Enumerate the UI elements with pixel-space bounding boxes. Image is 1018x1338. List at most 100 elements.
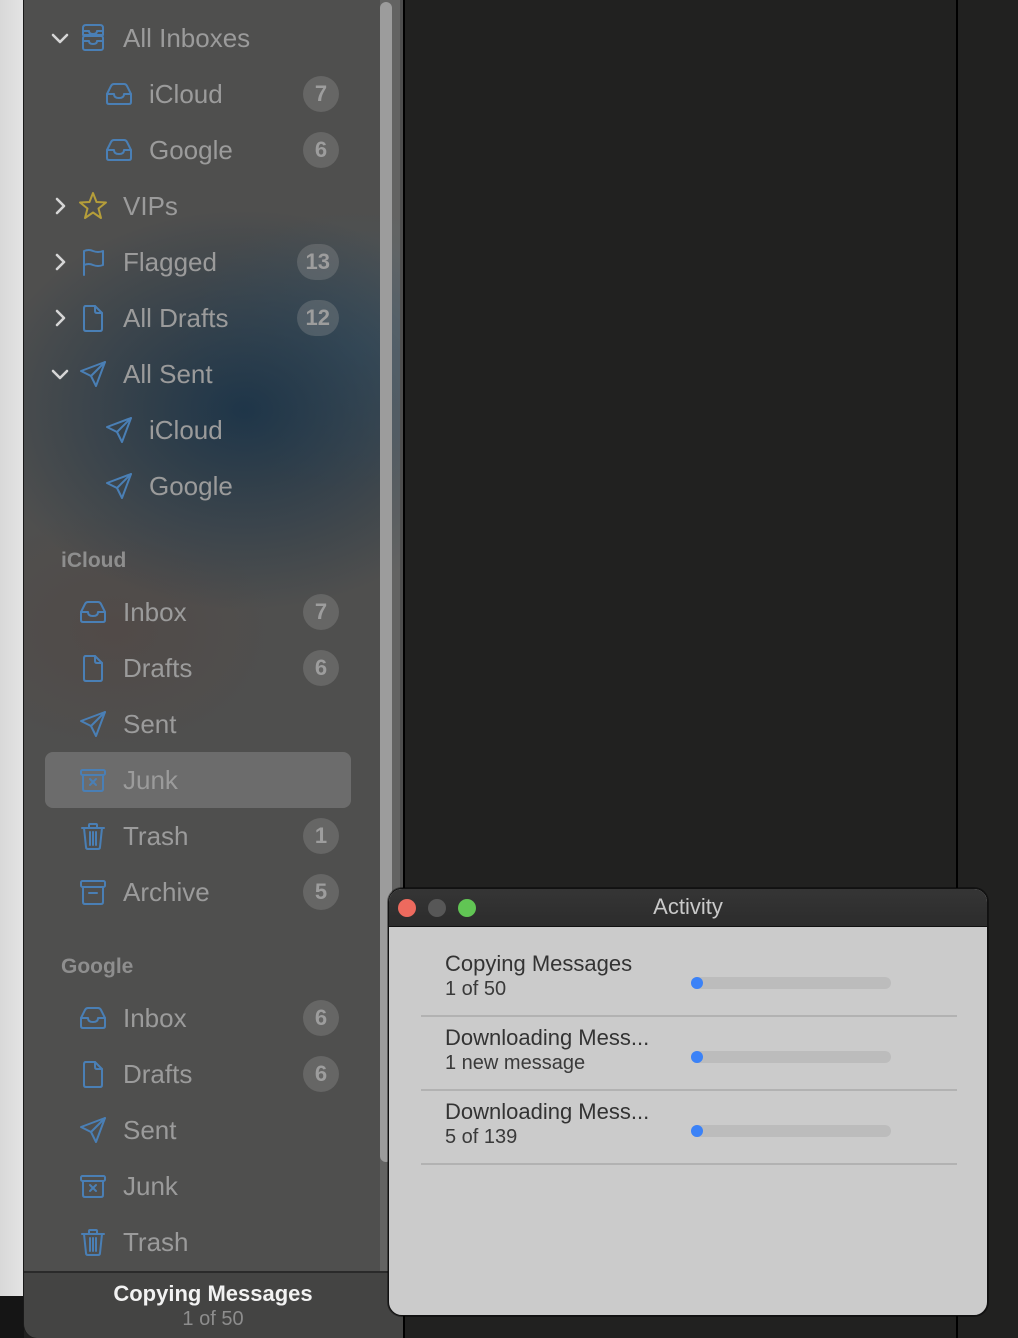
sidebar-item-icloud-archive[interactable]: Archive 5 bbox=[24, 864, 380, 920]
sidebar-item-google[interactable]: Google 6 bbox=[24, 122, 380, 178]
mailbox-label: Inbox bbox=[123, 596, 187, 627]
chevron-right-icon[interactable] bbox=[50, 308, 70, 328]
mailbox-label: iCloud bbox=[149, 78, 223, 109]
unread-count-badge: 7 bbox=[303, 76, 339, 112]
mailbox-label: All Drafts bbox=[123, 302, 229, 333]
paperplane-icon bbox=[77, 1114, 109, 1146]
unread-count-badge: 5 bbox=[303, 874, 339, 910]
mailbox-label: iCloud bbox=[149, 414, 223, 445]
footer-activity-title: Copying Messages bbox=[113, 1281, 313, 1306]
mailbox-label: Junk bbox=[123, 764, 178, 795]
activity-task-row: Downloading Mess... 5 of 139 bbox=[421, 1091, 957, 1165]
archive-box-icon bbox=[77, 876, 109, 908]
account-section-header[interactable]: Google bbox=[61, 955, 133, 979]
activity-window: Activity Copying Messages 1 of 50 Download… bbox=[388, 888, 988, 1316]
sidebar-item-icloud-junk[interactable]: Junk bbox=[24, 752, 380, 808]
sidebar-item-flagged[interactable]: Flagged 13 bbox=[24, 234, 380, 290]
mailbox-label: Drafts bbox=[123, 1058, 193, 1089]
tray-icon bbox=[103, 78, 135, 110]
mailbox-label: Trash bbox=[123, 1226, 189, 1257]
sidebar-item-google-drafts[interactable]: Drafts 6 bbox=[24, 1046, 380, 1102]
footer-activity-progress: 1 of 50 bbox=[182, 1308, 244, 1330]
activity-titlebar[interactable]: Activity bbox=[389, 889, 987, 927]
mailbox-label: Inbox bbox=[123, 1002, 187, 1033]
sidebar-item-google-inbox[interactable]: Inbox 6 bbox=[24, 990, 380, 1046]
unread-count-badge: 12 bbox=[296, 300, 339, 336]
sidebar-item-google-trash[interactable]: Trash bbox=[24, 1214, 380, 1270]
sidebar-item-icloud[interactable]: iCloud 7 bbox=[24, 66, 380, 122]
paperplane-icon bbox=[103, 414, 135, 446]
flag-icon bbox=[77, 246, 109, 278]
activity-task-detail: 5 of 139 bbox=[445, 1126, 518, 1148]
tray-stack-icon bbox=[77, 22, 109, 54]
activity-progress-fill bbox=[691, 1125, 703, 1137]
mailbox-label: Archive bbox=[123, 876, 210, 907]
mailbox-label: Sent bbox=[123, 708, 177, 739]
junk-bin-icon bbox=[77, 764, 109, 796]
chevron-right-icon[interactable] bbox=[50, 196, 70, 216]
sidebar-item-icloud-sent[interactable]: Sent bbox=[24, 696, 380, 752]
sidebar-item-icloud-inbox[interactable]: Inbox 7 bbox=[24, 584, 380, 640]
mailbox-label: Trash bbox=[123, 820, 189, 851]
chevron-right-icon[interactable] bbox=[50, 252, 70, 272]
sidebar-item-all-drafts[interactable]: All Drafts 12 bbox=[24, 290, 380, 346]
mailbox-label: Sent bbox=[123, 1114, 177, 1145]
activity-progress-bar bbox=[691, 1125, 891, 1137]
mailbox-label: Google bbox=[149, 134, 233, 165]
activity-task-name: Downloading Mess... bbox=[445, 1025, 650, 1050]
mailbox-label: VIPs bbox=[123, 190, 178, 221]
activity-task-detail: 1 new message bbox=[445, 1052, 586, 1074]
sidebar-item-all-inboxes[interactable]: All Inboxes bbox=[24, 10, 380, 66]
mailbox-label: Drafts bbox=[123, 652, 193, 683]
tray-icon bbox=[77, 596, 109, 628]
account-section-header[interactable]: iCloud bbox=[61, 549, 126, 573]
activity-task-name: Downloading Mess... bbox=[445, 1099, 650, 1124]
document-icon bbox=[77, 302, 109, 334]
desktop-background bbox=[0, 0, 24, 1296]
activity-window-title: Activity bbox=[653, 894, 723, 919]
paperplane-icon bbox=[77, 708, 109, 740]
sidebar-item-google[interactable]: Google bbox=[24, 458, 380, 514]
mailbox-label: All Inboxes bbox=[123, 22, 251, 53]
sidebar-item-icloud-drafts[interactable]: Drafts 6 bbox=[24, 640, 380, 696]
unread-count-badge: 13 bbox=[296, 244, 339, 280]
activity-progress-fill bbox=[691, 977, 703, 989]
activity-task-row: Copying Messages 1 of 50 bbox=[421, 943, 957, 1017]
sidebar-item-icloud-trash[interactable]: Trash 1 bbox=[24, 808, 380, 864]
tray-icon bbox=[77, 1002, 109, 1034]
sidebar-activity-footer[interactable]: Copying Messages 1 of 50 bbox=[24, 1271, 403, 1338]
mailbox-label: Junk bbox=[123, 1170, 178, 1201]
sidebar-item-vips[interactable]: VIPs bbox=[24, 178, 380, 234]
sidebar-item-all-sent[interactable]: All Sent bbox=[24, 346, 380, 402]
sidebar-item-google-sent[interactable]: Sent bbox=[24, 1102, 380, 1158]
chevron-down-icon[interactable] bbox=[50, 364, 70, 384]
paperplane-icon bbox=[77, 358, 109, 390]
activity-progress-fill bbox=[691, 1051, 703, 1063]
mailbox-label: Google bbox=[149, 470, 233, 501]
activity-task-name: Copying Messages bbox=[445, 951, 633, 976]
activity-task-row: Downloading Mess... 1 new message bbox=[421, 1017, 957, 1091]
mailbox-label: Flagged bbox=[123, 246, 217, 277]
tray-icon bbox=[103, 134, 135, 166]
unread-count-badge: 6 bbox=[303, 1000, 339, 1036]
unread-count-badge: 7 bbox=[303, 594, 339, 630]
mailbox-label: All Sent bbox=[123, 358, 213, 389]
junk-bin-icon bbox=[77, 1170, 109, 1202]
chevron-down-icon[interactable] bbox=[50, 28, 70, 48]
unread-count-badge: 6 bbox=[303, 132, 339, 168]
document-icon bbox=[77, 1058, 109, 1090]
mail-window: All Inboxes iCloud 7 Google 6 VIPs Flagged 13 Al… bbox=[23, 0, 403, 1338]
sidebar-item-google-junk[interactable]: Junk bbox=[24, 1158, 380, 1214]
paperplane-icon bbox=[103, 470, 135, 502]
unread-count-badge: 6 bbox=[303, 1056, 339, 1092]
trash-icon bbox=[77, 1226, 109, 1258]
trash-icon bbox=[77, 820, 109, 852]
unread-count-badge: 6 bbox=[303, 650, 339, 686]
mailbox-sidebar: All Inboxes iCloud 7 Google 6 VIPs Flagged 13 Al… bbox=[24, 0, 402, 1271]
document-icon bbox=[77, 652, 109, 684]
desktop-background-bottom bbox=[0, 1296, 24, 1338]
unread-count-badge: 1 bbox=[303, 818, 339, 854]
sidebar-item-icloud[interactable]: iCloud bbox=[24, 402, 380, 458]
activity-task-detail: 1 of 50 bbox=[445, 978, 507, 1000]
activity-progress-bar bbox=[691, 1051, 891, 1063]
